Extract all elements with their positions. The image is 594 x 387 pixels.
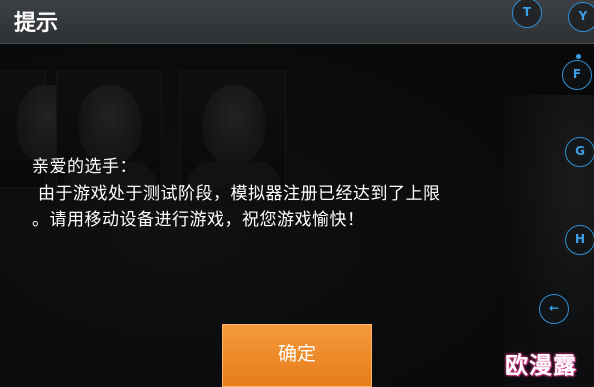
dialog-header xyxy=(0,0,594,44)
game-screen: 提示 亲爱的选手： 由于游戏处于测试阶段，模拟器注册已经达到了上限 。请用移动设… xyxy=(0,0,594,387)
back-arrow-icon[interactable]: ← xyxy=(539,294,569,324)
dialog-title: 提示 xyxy=(14,11,59,36)
confirm-button[interactable]: 确定 xyxy=(222,324,372,387)
key-h-button[interactable]: H xyxy=(565,225,594,255)
header-divider xyxy=(0,43,594,44)
message-line: 由于游戏处于测试阶段，模拟器注册已经达到了上限 xyxy=(38,184,441,204)
message-greeting: 亲爱的选手： xyxy=(32,157,137,177)
key-g-button[interactable]: G xyxy=(565,137,594,167)
key-f-button[interactable]: F xyxy=(562,60,592,90)
key-y-button[interactable]: Y xyxy=(568,2,594,32)
message-line: 。请用移动设备进行游戏，祝您游戏愉快！ xyxy=(32,210,365,230)
watermark-logo: 欧漫露 xyxy=(505,353,577,379)
indicator-dot xyxy=(576,54,581,59)
